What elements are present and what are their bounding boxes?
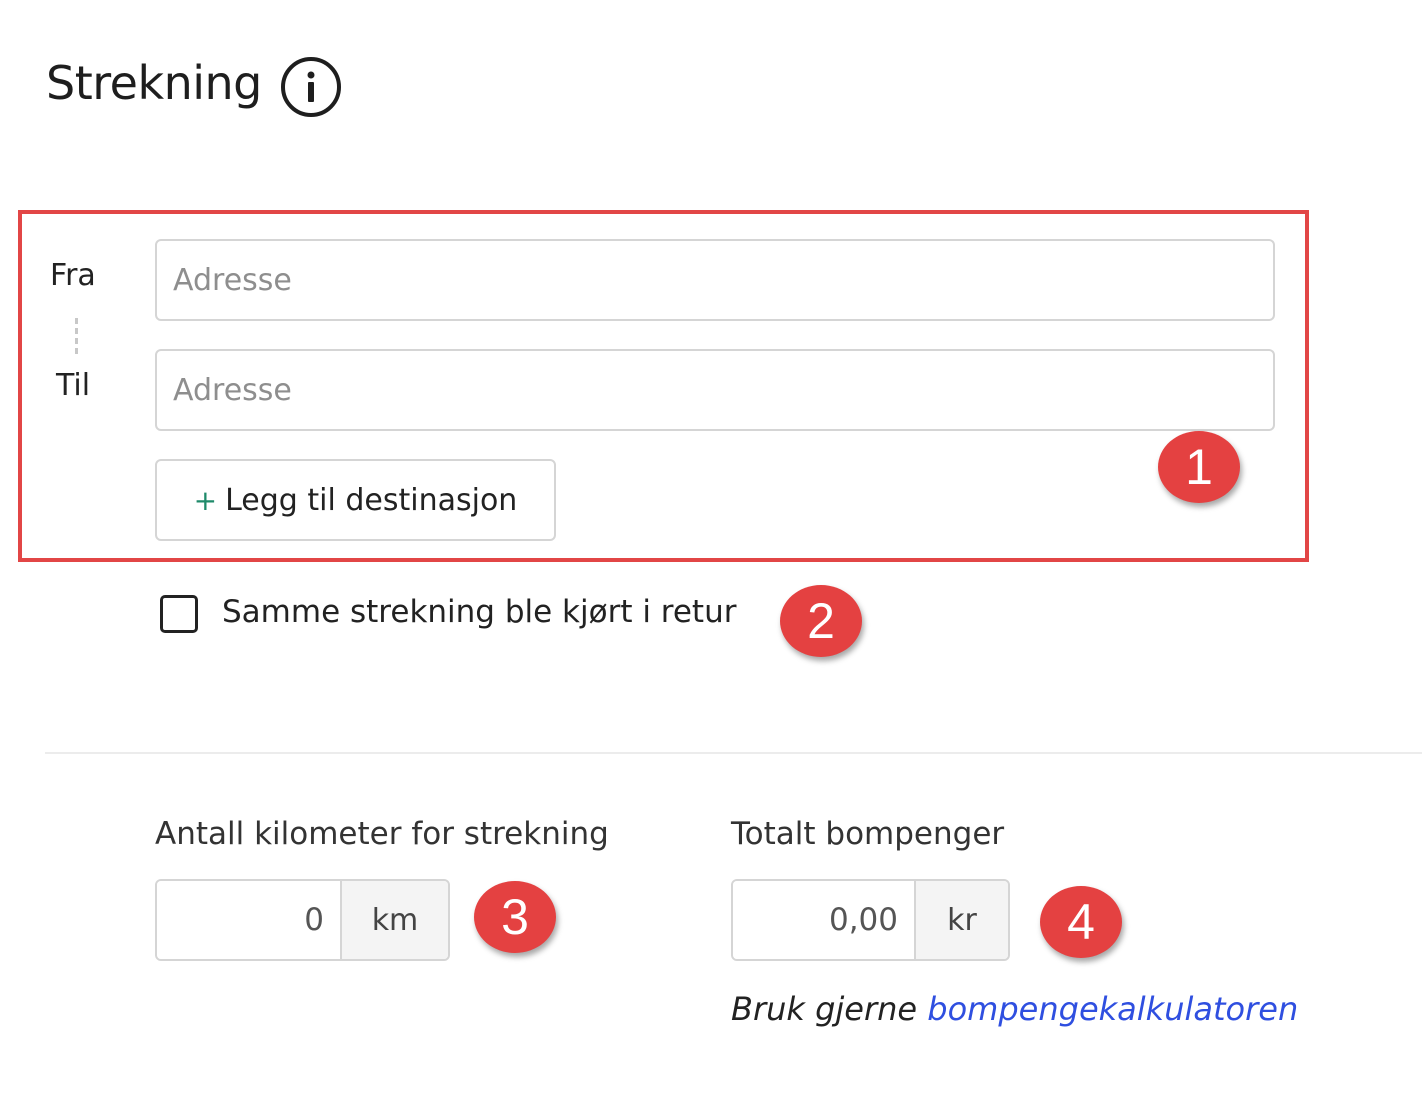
add-destination-label: Legg til destinasjon <box>225 482 518 518</box>
distance-input[interactable] <box>157 881 340 959</box>
return-trip-label[interactable]: Samme strekning ble kjørt i retur <box>222 594 736 630</box>
to-address-input[interactable] <box>155 349 1275 431</box>
toll-hint-prefix: Bruk gjerne <box>731 990 918 1028</box>
toll-unit: kr <box>914 881 1008 959</box>
add-destination-button[interactable]: + Legg til destinasjon <box>155 459 556 541</box>
return-trip-checkbox[interactable] <box>160 595 198 633</box>
to-label: Til <box>56 368 91 403</box>
annotation-marker-3: 3 <box>474 881 556 953</box>
toll-input[interactable] <box>733 881 914 959</box>
section-title: Strekning <box>46 56 262 110</box>
toll-label: Totalt bompenger <box>731 816 1005 852</box>
route-form-page: Strekning Fra Til + Legg til destinasjon… <box>0 0 1422 1094</box>
toll-hint: Bruk gjerne bompengekalkulatoren <box>731 990 1298 1028</box>
route-connector-line <box>75 318 78 354</box>
annotation-marker-2: 2 <box>780 585 862 657</box>
plus-icon: + <box>193 483 218 517</box>
distance-label: Antall kilometer for strekning <box>155 816 609 852</box>
section-divider <box>45 752 1422 754</box>
annotation-marker-4: 4 <box>1040 886 1122 958</box>
annotation-marker-1: 1 <box>1158 431 1240 503</box>
from-label: Fra <box>50 258 96 293</box>
from-address-input[interactable] <box>155 239 1275 321</box>
distance-unit: km <box>340 881 448 959</box>
toll-calculator-link[interactable]: bompengekalkulatoren <box>927 990 1298 1028</box>
toll-field: kr <box>731 879 1010 961</box>
info-circle-icon[interactable] <box>280 56 342 118</box>
distance-field: km <box>155 879 450 961</box>
